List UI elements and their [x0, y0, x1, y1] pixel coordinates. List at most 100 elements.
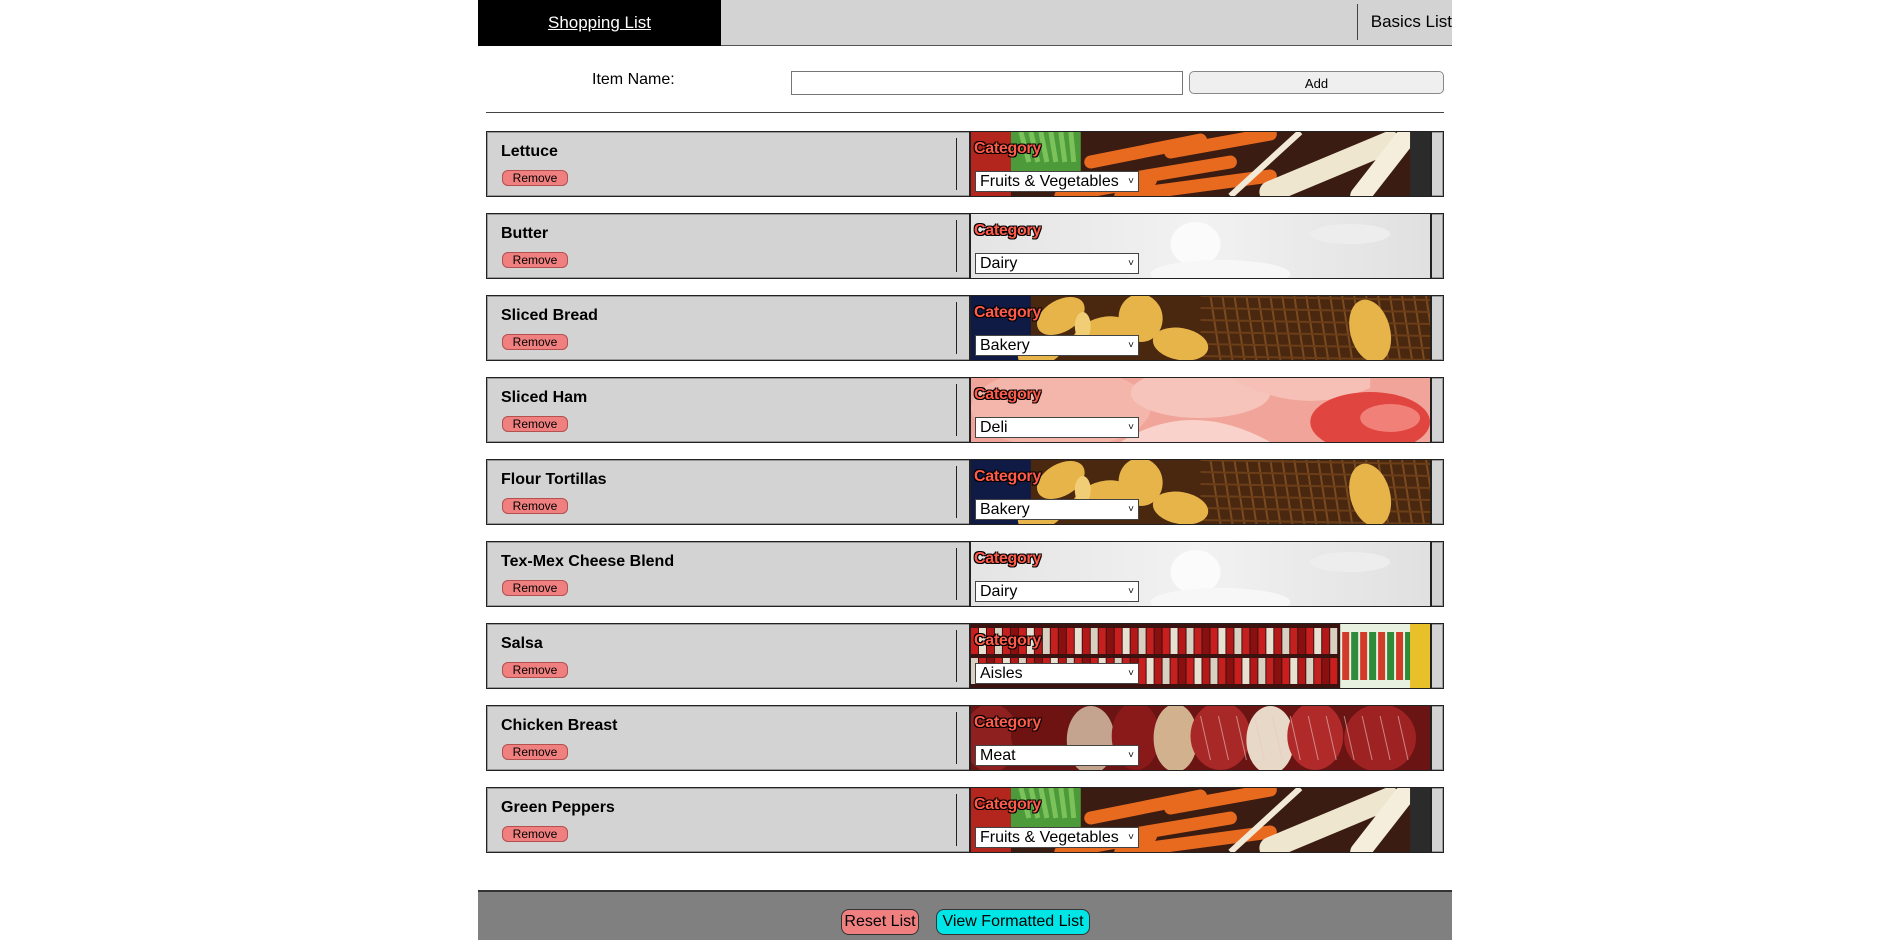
item-name-label: Item Name: — [592, 71, 675, 88]
row-divider — [956, 302, 957, 354]
chevron-down-icon: ˅ — [1128, 258, 1134, 269]
item-name: Lettuce — [501, 143, 558, 160]
row-divider — [956, 466, 957, 518]
chevron-down-icon: ˅ — [1128, 668, 1134, 679]
chevron-down-icon: ˅ — [1128, 504, 1134, 515]
item-name: Sliced Bread — [501, 307, 598, 324]
category-panel: Category Dairy ˅ — [969, 542, 1432, 606]
category-value: Meat — [980, 747, 1016, 764]
row-divider — [956, 138, 957, 190]
footer-bar: Reset List View Formatted List — [478, 890, 1452, 940]
tab-shopping-list[interactable]: Shopping List — [478, 0, 721, 46]
item-info: Sliced Ham Remove — [487, 378, 957, 442]
category-label: Category — [974, 632, 1041, 649]
list-item: Chicken Breast Remove Category Meat ˅ — [486, 705, 1444, 771]
item-name: Butter — [501, 225, 549, 242]
item-list: Lettuce Remove Category Fruits & Vegetables… — [486, 131, 1444, 869]
item-name: Tex-Mex Cheese Blend — [501, 553, 675, 570]
item-info: Butter Remove — [487, 214, 957, 278]
category-label: Category — [974, 140, 1041, 157]
item-info: Chicken Breast Remove — [487, 706, 957, 770]
category-panel: Category Deli ˅ — [969, 378, 1432, 442]
item-info: Lettuce Remove — [487, 132, 957, 196]
remove-button[interactable]: Remove — [502, 826, 568, 842]
item-name-input[interactable] — [791, 71, 1183, 95]
category-panel: Category Bakery ˅ — [969, 460, 1432, 524]
category-select[interactable]: Bakery ˅ — [975, 335, 1139, 356]
divider — [486, 112, 1444, 113]
view-formatted-list-button[interactable]: View Formatted List — [936, 909, 1090, 935]
item-info: Flour Tortillas Remove — [487, 460, 957, 524]
remove-button[interactable]: Remove — [502, 252, 568, 268]
category-panel: Category Dairy ˅ — [969, 214, 1432, 278]
list-item: Sliced Ham Remove Category Deli ˅ — [486, 377, 1444, 443]
category-value: Dairy — [980, 583, 1018, 600]
remove-button[interactable]: Remove — [502, 416, 568, 432]
remove-button[interactable]: Remove — [502, 170, 568, 186]
category-select[interactable]: Fruits & Vegetables ˅ — [975, 827, 1139, 848]
category-value: Fruits & Vegetables — [980, 173, 1119, 190]
category-select[interactable]: Aisles ˅ — [975, 663, 1139, 684]
category-label: Category — [974, 222, 1041, 239]
category-label: Category — [974, 386, 1041, 403]
chevron-down-icon: ˅ — [1128, 750, 1134, 761]
category-panel: Category Aisles ˅ — [969, 624, 1432, 688]
chevron-down-icon: ˅ — [1128, 176, 1134, 187]
row-divider — [956, 712, 957, 764]
row-divider — [956, 548, 957, 600]
list-item: Sliced Bread Remove Category Bakery ˅ — [486, 295, 1444, 361]
category-value: Deli — [980, 419, 1008, 436]
category-select[interactable]: Bakery ˅ — [975, 499, 1139, 520]
category-select[interactable]: Dairy ˅ — [975, 253, 1139, 274]
category-label: Category — [974, 550, 1041, 567]
list-item: Lettuce Remove Category Fruits & Vegetables… — [486, 131, 1444, 197]
row-divider — [956, 384, 957, 436]
list-item: Tex-Mex Cheese Blend Remove Category Dairy ˅ — [486, 541, 1444, 607]
item-info: Sliced Bread Remove — [487, 296, 957, 360]
category-select[interactable]: Fruits & Vegetables ˅ — [975, 171, 1139, 192]
remove-button[interactable]: Remove — [502, 334, 568, 350]
tab-basics-list[interactable]: Basics List — [1357, 4, 1452, 40]
remove-button[interactable]: Remove — [502, 744, 568, 760]
chevron-down-icon: ˅ — [1128, 586, 1134, 597]
reset-list-button[interactable]: Reset List — [841, 909, 919, 935]
category-panel: Category Fruits & Vegetables ˅ — [969, 788, 1432, 852]
category-value: Bakery — [980, 337, 1030, 354]
category-select[interactable]: Deli ˅ — [975, 417, 1139, 438]
chevron-down-icon: ˅ — [1128, 422, 1134, 433]
item-info: Tex-Mex Cheese Blend Remove — [487, 542, 957, 606]
row-divider — [956, 794, 957, 846]
row-divider — [956, 220, 957, 272]
category-value: Aisles — [980, 665, 1023, 682]
category-label: Category — [974, 796, 1041, 813]
category-label: Category — [974, 714, 1041, 731]
item-name: Sliced Ham — [501, 389, 588, 406]
remove-button[interactable]: Remove — [502, 498, 568, 514]
list-item: Salsa Remove Category Aisles ˅ — [486, 623, 1444, 689]
top-nav: Shopping List Basics List — [478, 0, 1452, 46]
list-item: Green Peppers Remove Category Fruits & Vege… — [486, 787, 1444, 853]
chevron-down-icon: ˅ — [1128, 832, 1134, 843]
remove-button[interactable]: Remove — [502, 580, 568, 596]
chevron-down-icon: ˅ — [1128, 340, 1134, 351]
category-value: Dairy — [980, 255, 1018, 272]
category-select[interactable]: Dairy ˅ — [975, 581, 1139, 602]
list-item: Flour Tortillas Remove Category Bakery ˅ — [486, 459, 1444, 525]
app-container: Shopping List Basics List Item Name: Add… — [478, 0, 1452, 940]
item-name: Flour Tortillas — [501, 471, 607, 488]
category-value: Bakery — [980, 501, 1030, 518]
item-name: Green Peppers — [501, 799, 615, 816]
list-item: Butter Remove Category Dairy ˅ — [486, 213, 1444, 279]
category-value: Fruits & Vegetables — [980, 829, 1119, 846]
item-name: Salsa — [501, 635, 543, 652]
category-select[interactable]: Meat ˅ — [975, 745, 1139, 766]
remove-button[interactable]: Remove — [502, 662, 568, 678]
item-name: Chicken Breast — [501, 717, 618, 734]
row-divider — [956, 630, 957, 682]
category-panel: Category Fruits & Vegetables ˅ — [969, 132, 1432, 196]
category-panel: Category Bakery ˅ — [969, 296, 1432, 360]
add-button[interactable]: Add — [1189, 71, 1444, 94]
category-panel: Category Meat ˅ — [969, 706, 1432, 770]
item-info: Salsa Remove — [487, 624, 957, 688]
category-label: Category — [974, 304, 1041, 321]
